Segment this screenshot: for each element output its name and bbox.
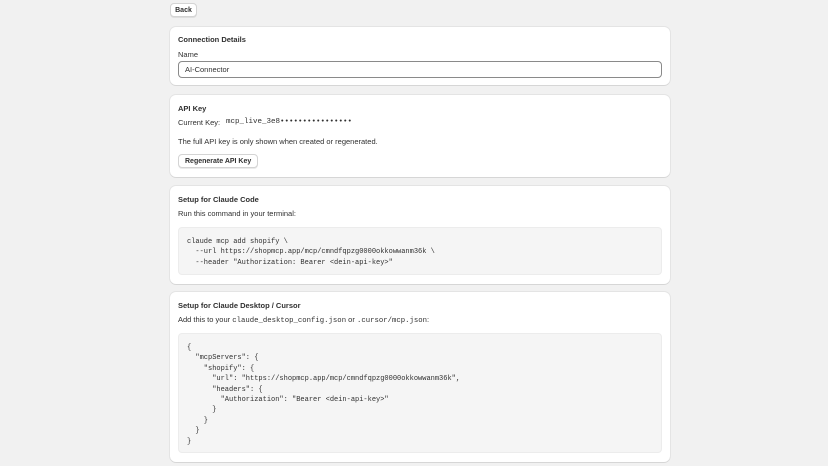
back-button[interactable]: Back <box>170 3 197 17</box>
api-key-card: API Key Current Key: mcp_live_3e8•••••••… <box>170 95 670 177</box>
api-key-title: API Key <box>178 104 207 113</box>
current-key-label: Current Key: <box>178 118 221 127</box>
claude-desktop-config-block: { "mcpServers": { "shopify": { "url": "h… <box>178 333 662 453</box>
cursor-config-filename: .cursor/mcp.json <box>356 317 427 325</box>
claude-desktop-title: Setup for Claude Desktop / Cursor <box>178 301 301 310</box>
claude-desktop-instruction: Add this to your claude_desktop_config.j… <box>178 315 429 325</box>
instruction-or: or <box>348 315 355 324</box>
current-key-value: mcp_live_3e8•••••••••••••••• <box>226 118 353 126</box>
api-key-note: The full API key is only shown when crea… <box>178 137 378 146</box>
regenerate-api-key-button[interactable]: Regenerate API Key <box>178 154 259 168</box>
claude-code-card: Setup for Claude Code Run this command i… <box>170 186 670 284</box>
claude-desktop-config-filename: claude_desktop_config.json <box>232 317 347 325</box>
claude-code-command-block: claude mcp add shopify \ --url https://s… <box>178 227 662 275</box>
connection-details-title: Connection Details <box>178 35 246 44</box>
claude-code-title: Setup for Claude Code <box>178 195 259 204</box>
name-label: Name <box>178 50 199 59</box>
claude-desktop-card: Setup for Claude Desktop / Cursor Add th… <box>170 292 670 462</box>
instruction-suffix: : <box>427 315 430 324</box>
name-input[interactable]: AI-Connector <box>178 61 662 78</box>
connection-details-card: Connection Details Name AI-Connector <box>170 27 670 85</box>
claude-code-instruction: Run this command in your terminal: <box>178 209 296 218</box>
instruction-prefix: Add this to your <box>178 315 231 324</box>
